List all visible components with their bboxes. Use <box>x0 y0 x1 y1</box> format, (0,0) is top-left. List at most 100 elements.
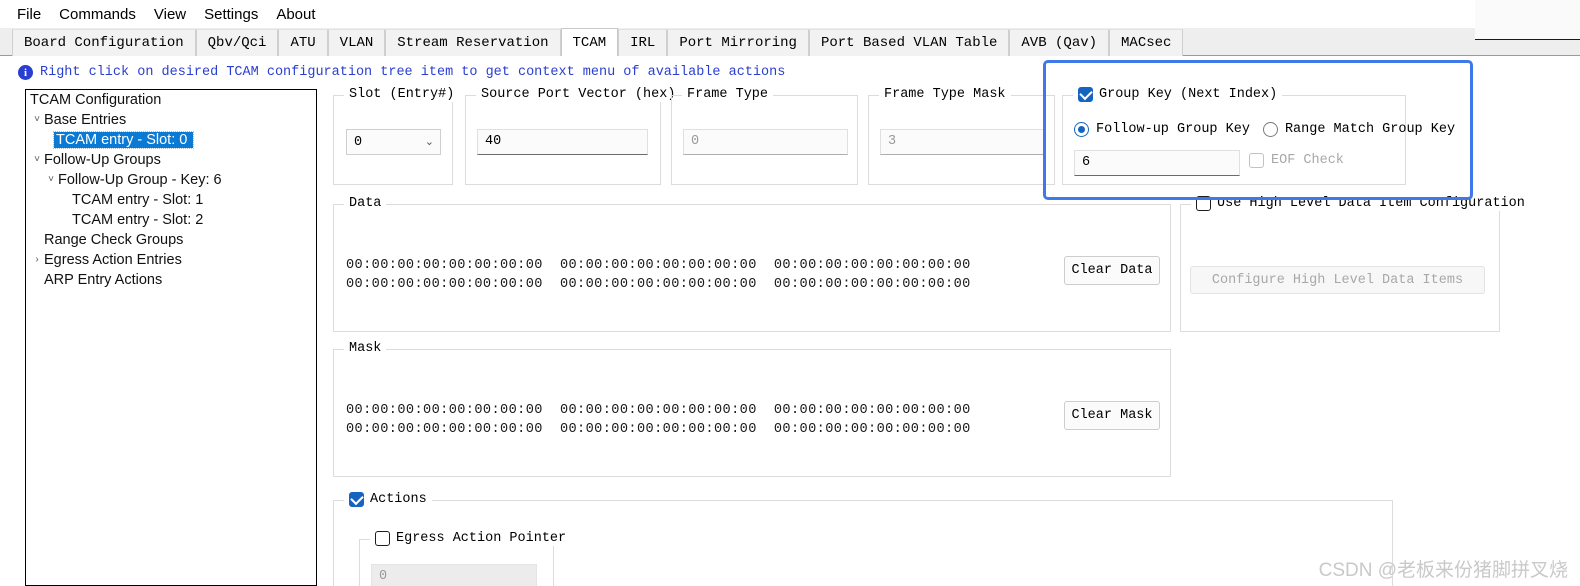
tree-node-range-check-groups[interactable]: Range Check Groups <box>26 230 316 250</box>
egress-action-pointer-group-title: Egress Action Pointer <box>370 531 572 546</box>
actions-group-title: Actions <box>344 492 432 507</box>
data-group: Data 00:00:00:00:00:00:00:00 00:00:00:00… <box>333 196 1171 332</box>
mask-group-title: Mask <box>344 341 387 356</box>
tab-port-based-vlan-table[interactable]: Port Based VLAN Table <box>808 29 1010 56</box>
tree-node-label: TCAM entry - Slot: 1 <box>72 192 204 208</box>
eof-check-checkbox[interactable] <box>1249 153 1264 168</box>
menu-item-about[interactable]: About <box>267 4 324 25</box>
menu-item-commands[interactable]: Commands <box>50 4 145 25</box>
tree-node-base-entries[interactable]: ˅ Base Entries <box>26 110 316 130</box>
chevron-right-icon[interactable]: › <box>30 250 44 270</box>
tab-atu[interactable]: ATU <box>278 29 328 56</box>
actions-label: Actions <box>370 492 427 507</box>
frame-type-mask-group-title: Frame Type Mask <box>879 87 1011 102</box>
tab-stream-reservation[interactable]: Stream Reservation <box>385 29 561 56</box>
info-bar: i Right click on desired TCAM configurat… <box>18 65 785 80</box>
tree-node-tcam-entry-slot-1[interactable]: TCAM entry - Slot: 1 <box>26 190 316 210</box>
tab-port-mirroring[interactable]: Port Mirroring <box>667 29 809 56</box>
csdn-watermark: CSDN @老板来份猪脚拼叉烧 <box>1318 560 1568 581</box>
tab-strip: Board Configuration Qbv/Qci ATU VLAN Str… <box>0 28 1580 56</box>
tree-node-egress-action-entries[interactable]: › Egress Action Entries <box>26 250 316 270</box>
actions-group: Actions Egress Action Pointer 0 <box>333 492 1393 586</box>
mask-group: Mask 00:00:00:00:00:00:00:00 00:00:00:00… <box>333 341 1171 477</box>
slot-select[interactable]: 0 ⌄ <box>346 129 441 155</box>
egress-action-pointer-label: Egress Action Pointer <box>396 531 567 546</box>
group-key-group: Group Key (Next Index) Follow-up Group K… <box>1062 87 1455 185</box>
frame-type-input[interactable]: 0 <box>683 129 848 155</box>
frame-type-group: Frame Type 0 <box>671 87 858 185</box>
frame-type-mask-input[interactable]: 3 <box>880 129 1045 155</box>
tabstrip-right-divider <box>1475 39 1580 40</box>
slot-entry-group: Slot (Entry#) 0 ⌄ <box>333 87 460 185</box>
tree-node-label: Egress Action Entries <box>44 252 182 268</box>
info-bar-text: Right click on desired TCAM configuratio… <box>40 65 786 80</box>
mask-hex-line-2[interactable]: 00:00:00:00:00:00:00:00 00:00:00:00:00:0… <box>346 422 971 437</box>
tree-node-tcam-configuration[interactable]: TCAM Configuration <box>26 90 316 110</box>
tabstrip-right-filler <box>1475 0 1580 39</box>
source-port-vector-input[interactable]: 40 <box>477 129 648 155</box>
group-key-group-title: Group Key (Next Index) <box>1073 87 1283 102</box>
tree-node-label: Follow-Up Groups <box>44 152 161 168</box>
follow-up-group-key-radio[interactable] <box>1074 122 1089 137</box>
high-level-data-item-group: Use High Level Data Item Configuration C… <box>1180 196 1530 332</box>
group-key-checkbox[interactable] <box>1078 87 1093 102</box>
chevron-down-icon[interactable]: ˅ <box>30 110 44 130</box>
actions-checkbox[interactable] <box>349 492 364 507</box>
tree-node-follow-up-group-key-6[interactable]: ˅ Follow-Up Group - Key: 6 <box>26 170 316 190</box>
tcam-configuration-tree[interactable]: TCAM Configuration ˅ Base Entries TCAM e… <box>25 89 317 586</box>
tab-board-configuration[interactable]: Board Configuration <box>12 29 196 56</box>
clear-mask-button[interactable]: Clear Mask <box>1064 401 1160 430</box>
egress-action-pointer-group: Egress Action Pointer 0 <box>359 531 572 586</box>
chevron-down-icon[interactable]: ˅ <box>30 150 44 170</box>
tab-vlan[interactable]: VLAN <box>327 29 386 56</box>
group-key-label: Group Key (Next Index) <box>1099 87 1278 102</box>
tree-node-label: Base Entries <box>44 112 127 128</box>
use-high-level-data-item-label: Use High Level Data Item Configuration <box>1217 196 1525 211</box>
eof-check-label: EOF Check <box>1271 153 1344 168</box>
data-hex-line-1[interactable]: 00:00:00:00:00:00:00:00 00:00:00:00:00:0… <box>346 258 971 273</box>
chevron-down-icon[interactable]: ˅ <box>44 170 58 190</box>
tree-node-label: TCAM entry - Slot: 2 <box>72 212 204 228</box>
data-hex-line-2[interactable]: 00:00:00:00:00:00:00:00 00:00:00:00:00:0… <box>346 277 971 292</box>
tab-irl[interactable]: IRL <box>618 29 668 56</box>
tab-macsec[interactable]: MACsec <box>1109 29 1184 56</box>
tree-node-label: Range Check Groups <box>44 232 184 248</box>
tree-node-label: Follow-Up Group - Key: 6 <box>58 172 222 188</box>
menu-item-file[interactable]: File <box>8 4 50 25</box>
data-group-title: Data <box>344 196 387 211</box>
configure-high-level-data-items-button[interactable]: Configure High Level Data Items <box>1190 266 1485 294</box>
source-port-vector-group: Source Port Vector (hex) 40 <box>465 87 681 185</box>
slot-entry-group-title: Slot (Entry#) <box>344 87 460 102</box>
source-port-vector-group-title: Source Port Vector (hex) <box>476 87 681 102</box>
menu-item-view[interactable]: View <box>145 4 195 25</box>
tree-node-label: TCAM Configuration <box>30 92 162 108</box>
chevron-down-icon[interactable]: ⌄ <box>425 135 434 149</box>
frame-type-mask-group: Frame Type Mask 3 <box>868 87 1055 185</box>
menu-bar: File Commands View Settings About <box>0 0 1580 28</box>
follow-up-group-key-label: Follow-up Group Key <box>1096 122 1250 137</box>
tree-node-label: TCAM entry - Slot: 0 <box>52 131 195 149</box>
tcam-tab-content: i Right click on desired TCAM configurat… <box>0 56 1580 586</box>
menu-item-settings[interactable]: Settings <box>195 4 267 25</box>
frame-type-group-title: Frame Type <box>682 87 774 102</box>
egress-action-pointer-checkbox[interactable] <box>375 531 390 546</box>
range-match-group-key-label: Range Match Group Key <box>1284 122 1456 137</box>
mask-hex-line-1[interactable]: 00:00:00:00:00:00:00:00 00:00:00:00:00:0… <box>346 403 971 418</box>
tab-tcam[interactable]: TCAM <box>560 28 619 56</box>
clear-data-button[interactable]: Clear Data <box>1064 256 1160 285</box>
group-key-value-input[interactable]: 6 <box>1074 150 1240 176</box>
tab-qbv-qci[interactable]: Qbv/Qci <box>195 29 279 56</box>
slot-select-value: 0 <box>354 134 363 150</box>
range-match-group-key-radio[interactable] <box>1262 122 1278 137</box>
tree-node-label: ARP Entry Actions <box>44 272 163 288</box>
high-level-data-item-group-title: Use High Level Data Item Configuration <box>1191 196 1530 211</box>
tree-node-tcam-entry-slot-2[interactable]: TCAM entry - Slot: 2 <box>26 210 316 230</box>
group-key-radio-row: Follow-up Group Key Range Match Group Ke… <box>1074 122 1455 137</box>
eof-check-row: EOF Check <box>1249 153 1344 168</box>
use-high-level-data-item-checkbox[interactable] <box>1196 196 1211 211</box>
tab-avb-qav[interactable]: AVB (Qav) <box>1009 29 1110 56</box>
egress-action-pointer-input[interactable]: 0 <box>371 564 537 586</box>
tree-node-follow-up-groups[interactable]: ˅ Follow-Up Groups <box>26 150 316 170</box>
tree-node-arp-entry-actions[interactable]: ARP Entry Actions <box>26 270 316 290</box>
tree-node-tcam-entry-slot-0[interactable]: TCAM entry - Slot: 0 <box>26 130 316 150</box>
